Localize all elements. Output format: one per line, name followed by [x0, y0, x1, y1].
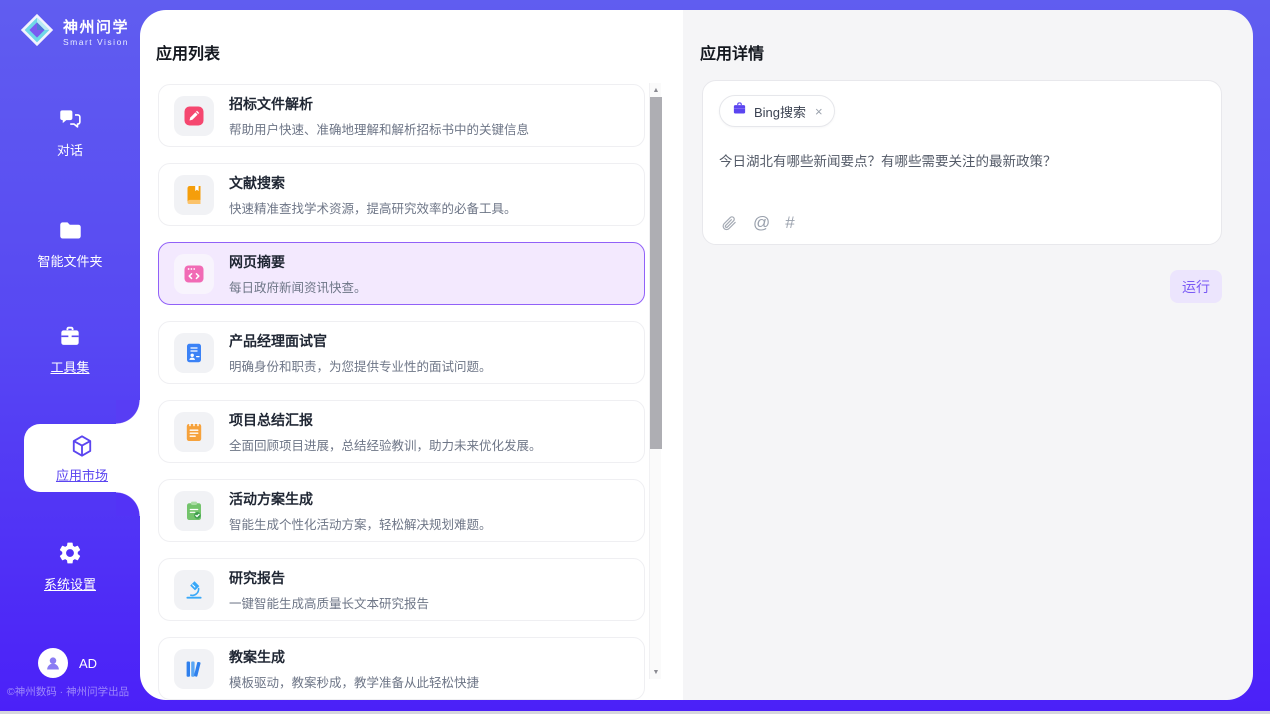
main-content: 应用列表 招标文件解析帮助用户快速、准确地理解和解析招标书中的关键信息文献搜索快… [140, 10, 1253, 700]
diamond-logo-icon [18, 11, 56, 54]
copyright-footer: ©神州数码 · 神州问学出品 [7, 684, 129, 699]
brand-name: 神州问学 [63, 19, 129, 37]
app-list: 招标文件解析帮助用户快速、准确地理解和解析招标书中的关键信息文献搜索快速精准查找… [158, 82, 645, 700]
attachment-icon[interactable] [720, 214, 738, 232]
app-item-description: 智能生成个性化活动方案，轻松解决规划难题。 [229, 514, 492, 533]
app-item-name: 教案生成 [229, 647, 479, 667]
sidebar-item-label: 智能文件夹 [37, 251, 102, 270]
app-list-title: 应用列表 [156, 40, 220, 64]
scroll-down-arrow-icon[interactable]: ▼ [650, 666, 662, 678]
close-icon[interactable]: × [815, 105, 823, 118]
sidebar-item-label: 对话 [57, 140, 83, 159]
app-item-activity-plan[interactable]: 活动方案生成智能生成个性化活动方案，轻松解决规划难题。 [158, 479, 645, 542]
toolbox-icon [57, 323, 83, 349]
project-report-icon [174, 412, 214, 452]
app-list-panel: 应用列表 招标文件解析帮助用户快速、准确地理解和解析招标书中的关键信息文献搜索快… [140, 10, 683, 700]
app-item-pm-interviewer[interactable]: 产品经理面试官明确身份和职责，为您提供专业性的面试问题。 [158, 321, 645, 384]
app-item-web-summary[interactable]: 网页摘要每日政府新闻资讯快查。 [158, 242, 645, 305]
app-item-name: 项目总结汇报 [229, 410, 542, 430]
brand-logo: 神州问学 Smart Vision [18, 11, 129, 54]
app-item-research-report[interactable]: 研究报告一键智能生成高质量长文本研究报告 [158, 558, 645, 621]
app-item-description: 模板驱动，教案秒成，教学准备从此轻松快捷 [229, 672, 479, 691]
app-item-description: 一键智能生成高质量长文本研究报告 [229, 593, 429, 612]
app-item-name: 活动方案生成 [229, 489, 492, 509]
app-item-name: 网页摘要 [229, 252, 367, 272]
app-detail-panel: 应用详情 Bing搜索 × 今日湖北有哪些新闻要点？有哪些需要关注的最新政策？ [683, 10, 1253, 700]
prompt-text[interactable]: 今日湖北有哪些新闻要点？有哪些需要关注的最新政策？ [719, 150, 1205, 170]
app-item-name: 文献搜索 [229, 173, 517, 193]
sidebar-item-system-settings[interactable]: 系统设置 [0, 540, 140, 593]
user-name: AD [79, 656, 97, 671]
app-item-description: 全面回顾项目进展，总结经验教训，助力未来优化发展。 [229, 435, 542, 454]
activity-plan-icon [174, 491, 214, 531]
mention-icon[interactable]: @ [753, 213, 770, 233]
sidebar-item-label: 应用市场 [56, 465, 108, 484]
bid-parse-icon [174, 96, 214, 136]
app-item-project-summary[interactable]: 项目总结汇报全面回顾项目进展，总结经验教训，助力未来优化发展。 [158, 400, 645, 463]
topic-icon[interactable]: # [785, 213, 794, 233]
sidebar-item-chat[interactable]: 对话 [0, 106, 140, 159]
folder-icon [57, 217, 83, 243]
prompt-card[interactable]: Bing搜索 × 今日湖北有哪些新闻要点？有哪些需要关注的最新政策？ @ # [702, 80, 1222, 245]
app-item-description: 快速精准查找学术资源，提高研究效率的必备工具。 [229, 198, 517, 217]
literature-icon [174, 175, 214, 215]
scroll-up-arrow-icon[interactable]: ▲ [650, 84, 662, 96]
avatar[interactable] [38, 648, 68, 678]
app-item-literature-search[interactable]: 文献搜索快速精准查找学术资源，提高研究效率的必备工具。 [158, 163, 645, 226]
briefcase-icon [732, 101, 747, 121]
sidebar-item-smart-folder[interactable]: 智能文件夹 [0, 217, 140, 270]
app-item-name: 招标文件解析 [229, 94, 529, 114]
tool-tag[interactable]: Bing搜索 × [719, 95, 835, 127]
scrollbar-thumb[interactable] [650, 97, 662, 449]
app-detail-title: 应用详情 [700, 40, 764, 64]
scrollbar[interactable]: ▲ ▼ [649, 83, 661, 679]
prompt-toolbar: @ # [720, 213, 795, 233]
sidebar: 神州问学 Smart Vision 对话智能文件夹工具集应用市场系统设置 AD … [0, 0, 140, 714]
sidebar-item-label: 工具集 [50, 357, 89, 376]
chat-icon [57, 106, 83, 132]
app-item-name: 研究报告 [229, 568, 429, 588]
research-report-icon [174, 570, 214, 610]
interviewer-icon [174, 333, 214, 373]
app-item-description: 明确身份和职责，为您提供专业性的面试问题。 [229, 356, 492, 375]
app-item-description: 帮助用户快速、准确地理解和解析招标书中的关键信息 [229, 119, 529, 138]
run-button[interactable]: 运行 [1170, 270, 1222, 303]
tool-tag-label: Bing搜索 [754, 102, 806, 121]
app-item-description: 每日政府新闻资讯快查。 [229, 277, 367, 296]
app-item-lesson-plan[interactable]: 教案生成模板驱动，教案秒成，教学准备从此轻松快捷 [158, 637, 645, 700]
lesson-plan-icon [174, 649, 214, 689]
user-account[interactable]: AD [38, 648, 97, 678]
sidebar-item-toolset[interactable]: 工具集 [0, 323, 140, 376]
sidebar-item-label: 系统设置 [44, 574, 96, 593]
sidebar-item-app-market[interactable]: 应用市场 [24, 424, 140, 492]
gear-icon [57, 540, 83, 566]
brand-subtitle: Smart Vision [63, 37, 129, 47]
app-item-name: 产品经理面试官 [229, 331, 492, 351]
app-item-bid-parse[interactable]: 招标文件解析帮助用户快速、准确地理解和解析招标书中的关键信息 [158, 84, 645, 147]
cube-icon [69, 433, 95, 459]
web-summary-icon [174, 254, 214, 294]
